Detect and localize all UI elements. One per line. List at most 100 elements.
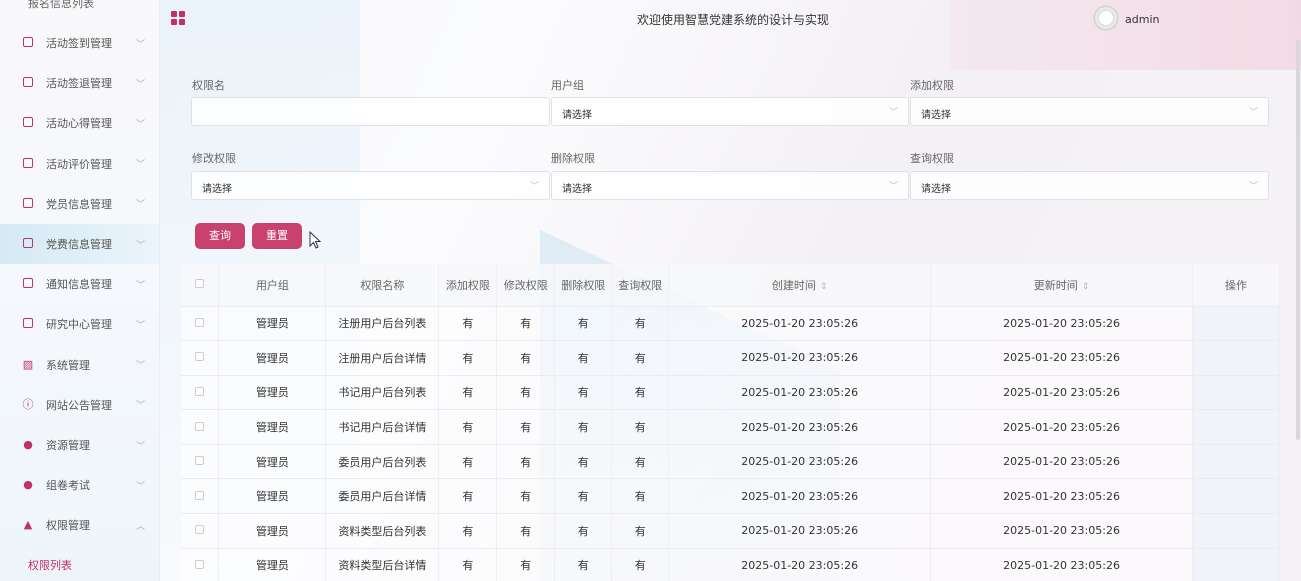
cell-delete-perm: 有 [554, 340, 613, 376]
sidebar-item[interactable]: ▲ 权限管理 ︿ [0, 505, 160, 545]
sidebar-item-label: 活动心得管理 [46, 117, 112, 131]
cell-perm-name: 注册用户后台列表 [325, 306, 440, 342]
cell-add-perm: 有 [438, 513, 498, 549]
add-perm-select[interactable]: 请选择 ﹀ [910, 97, 1269, 126]
perm-name-input[interactable] [191, 97, 550, 126]
cell-actions [1192, 548, 1281, 581]
sidebar-item[interactable]: 通知信息管理 ﹀ [0, 264, 160, 304]
page-icon [22, 157, 34, 170]
delete-perm-select[interactable]: 请选择 ﹀ [551, 171, 909, 200]
page-icon [22, 278, 34, 290]
sidebar-item-signup-list[interactable]: 报名信息列表 [28, 0, 94, 11]
permission-table: 用户组 权限名称 添加权限 修改权限 删除权限 查询权限 创建时间 ⇕ 更新时间 ⇕… [181, 264, 1281, 581]
sidebar-subitem-permission-list[interactable]: 权限列表 [28, 557, 72, 573]
row-checkbox[interactable] [181, 444, 220, 480]
avatar[interactable] [1093, 5, 1119, 31]
cell-delete-perm: 有 [554, 409, 613, 445]
sidebar-item[interactable]: 活动签退管理 ﹀ [0, 63, 160, 103]
page-icon [22, 318, 34, 330]
cell-actions [1192, 340, 1281, 376]
query-perm-select[interactable]: 请选择 ﹀ [910, 171, 1269, 200]
cell-add-perm: 有 [438, 548, 498, 581]
row-checkbox[interactable] [181, 548, 220, 581]
sidebar-item[interactable]: 党员信息管理 ﹀ [0, 184, 160, 224]
sidebar-item[interactable]: ● 资源管理 ﹀ [0, 425, 160, 465]
cell-created-time: 2025-01-20 23:05:26 [668, 478, 932, 515]
sidebar-item-label: 权限管理 [46, 519, 90, 533]
edit-perm-select-value: 请选择 [202, 184, 232, 195]
scrollbar[interactable] [1296, 40, 1300, 440]
add-perm-label: 添加权限 [910, 79, 954, 92]
table-row[interactable]: 管理员 注册用户后台列表有有有有 2025-01-20 23:05:26 2025-0… [181, 306, 1281, 342]
sidebar-item[interactable]: ▨ 系统管理 ﹀ [0, 345, 160, 385]
cell-query-perm: 有 [611, 375, 670, 411]
created-time-label: 创建时间 [771, 278, 816, 292]
user-icon: ▲ [23, 518, 33, 532]
chevron-down-icon: ﹀ [136, 320, 146, 331]
sidebar-item[interactable]: 活动签到管理 ﹀ [0, 23, 160, 63]
cell-delete-perm: 有 [554, 548, 613, 581]
sidebar-item[interactable]: ⓘ 网站公告管理 ﹀ [0, 385, 160, 425]
mouse-cursor-icon [309, 231, 321, 249]
edit-perm-select[interactable]: 请选择 ﹀ [191, 171, 550, 200]
sidebar-item[interactable]: 活动评价管理 ﹀ [0, 144, 160, 184]
row-checkbox[interactable] [181, 306, 220, 342]
search-button[interactable]: 查询 [195, 223, 245, 249]
row-checkbox[interactable] [181, 340, 220, 376]
reset-button[interactable]: 重置 [252, 223, 302, 249]
select-all-checkbox[interactable] [181, 264, 220, 307]
chevron-down-icon: ﹀ [529, 182, 539, 192]
location-icon: ● [23, 478, 33, 492]
sort-icon[interactable]: ⇕ [1082, 282, 1090, 292]
chevron-down-icon: ﹀ [136, 39, 146, 50]
col-header-edit-perm: 修改权限 [496, 264, 556, 307]
table-row[interactable]: 管理员 书记用户后台列表有有有有 2025-01-20 23:05:26 2025-0… [181, 375, 1281, 411]
location-icon: ● [23, 438, 33, 451]
table-row[interactable]: 管理员 注册用户后台详情有有有有 2025-01-20 23:05:26 2025-0… [181, 340, 1281, 376]
row-checkbox[interactable] [181, 513, 220, 549]
cell-perm-name: 注册用户后台详情 [325, 340, 440, 376]
delete-perm-label: 删除权限 [551, 152, 595, 165]
cell-add-perm: 有 [438, 444, 498, 480]
sidebar-item[interactable]: 党费信息管理 ﹀ [0, 224, 160, 264]
table-row[interactable]: 管理员 资料类型后台详情有有有有 2025-01-20 23:05:26 2025-0… [181, 548, 1281, 581]
user-group-select[interactable]: 请选择 ﹀ [551, 97, 909, 126]
cell-user-group: 管理员 [218, 306, 327, 342]
table-row[interactable]: 管理员 书记用户后台详情有有有有 2025-01-20 23:05:26 2025-0… [181, 409, 1281, 445]
sidebar-item[interactable]: ● 组卷考试 ﹀ [0, 465, 160, 505]
cell-user-group: 管理员 [218, 444, 327, 480]
info-icon: ⓘ [22, 397, 34, 411]
chevron-down-icon: ﹀ [136, 441, 146, 452]
table-row[interactable]: 管理员 委员用户后台列表有有有有 2025-01-20 23:05:26 2025-0… [181, 444, 1281, 480]
query-perm-select-value: 请选择 [921, 184, 951, 195]
cell-add-perm: 有 [438, 478, 498, 515]
cell-updated-time: 2025-01-20 23:05:26 [930, 478, 1193, 515]
row-checkbox[interactable] [181, 409, 220, 445]
row-checkbox[interactable] [181, 478, 220, 515]
sidebar-item-label: 党员信息管理 [46, 197, 112, 211]
cell-actions [1192, 513, 1281, 549]
cell-delete-perm: 有 [554, 306, 613, 342]
cell-query-perm: 有 [611, 306, 670, 342]
cell-delete-perm: 有 [554, 375, 613, 411]
sidebar-item[interactable]: 研究中心管理 ﹀ [0, 304, 160, 344]
username[interactable]: admin [1125, 13, 1159, 26]
cell-edit-perm: 有 [496, 409, 556, 445]
table-row[interactable]: 管理员 委员用户后台详情有有有有 2025-01-20 23:05:26 2025-0… [181, 478, 1281, 515]
sidebar-item[interactable]: 活动心得管理 ﹀ [0, 103, 160, 143]
cell-edit-perm: 有 [496, 375, 556, 411]
cell-updated-time: 2025-01-20 23:05:26 [930, 513, 1193, 549]
col-header-created-time[interactable]: 创建时间 ⇕ [668, 264, 932, 307]
table-row[interactable]: 管理员 资料类型后台列表有有有有 2025-01-20 23:05:26 2025-0… [181, 513, 1281, 549]
add-perm-select-value: 请选择 [921, 110, 951, 121]
row-checkbox[interactable] [181, 375, 220, 411]
user-group-select-value: 请选择 [562, 110, 592, 121]
cell-query-perm: 有 [611, 513, 670, 549]
sort-icon[interactable]: ⇕ [820, 282, 828, 292]
cell-add-perm: 有 [438, 409, 498, 445]
chevron-down-icon: ﹀ [1248, 182, 1258, 192]
col-header-updated-time[interactable]: 更新时间 ⇕ [930, 264, 1193, 307]
sidebar-item-label: 系统管理 [46, 358, 90, 372]
cell-query-perm: 有 [611, 548, 670, 581]
cell-created-time: 2025-01-20 23:05:26 [668, 548, 932, 581]
